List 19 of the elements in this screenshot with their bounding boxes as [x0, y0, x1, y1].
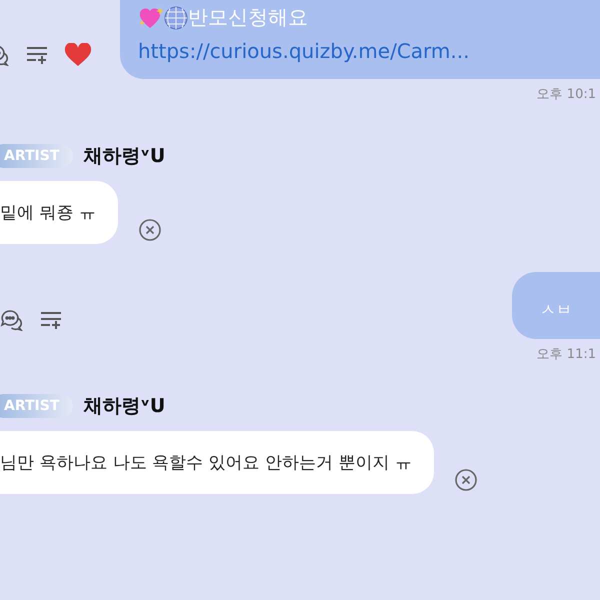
message-bubble: 님만 욕하나요 나도 욕할수 있어요 안하는거 뿐이지 ㅠ	[0, 431, 434, 494]
sender-name: 채하령ᵛᑌ	[83, 144, 166, 169]
sparkling-heart-icon	[138, 6, 164, 30]
close-icon[interactable]	[454, 468, 478, 492]
timestamp: 오후 11:1	[536, 346, 596, 363]
artist-badge: ARTIST	[0, 144, 74, 168]
add-to-list-icon[interactable]	[26, 45, 48, 65]
message-text: ㅅㅂ	[540, 300, 572, 321]
artist-badge: ARTIST	[0, 394, 74, 418]
message-link[interactable]: https://curious.quizby.me/Carm...	[138, 39, 582, 63]
add-to-list-icon[interactable]	[40, 310, 62, 330]
timestamp: 오후 10:1	[536, 86, 596, 103]
chat-bubbles-icon[interactable]	[0, 309, 24, 331]
message-bubble: 밑에 뭐죵 ㅠ	[0, 181, 118, 244]
message-text: 반모신청해요	[188, 4, 308, 31]
close-icon[interactable]	[138, 218, 162, 242]
disco-ball-icon	[164, 6, 188, 30]
sender-name: 채하령ᵛᑌ	[83, 394, 166, 419]
heart-icon[interactable]	[64, 43, 92, 67]
